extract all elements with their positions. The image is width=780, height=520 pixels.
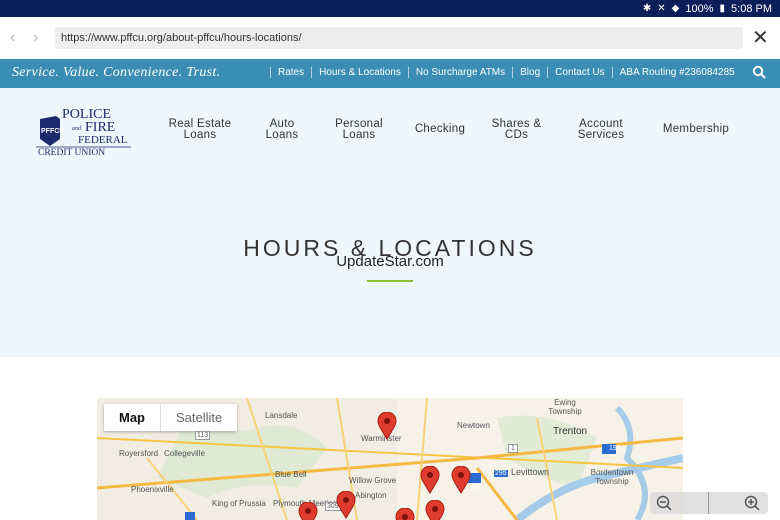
nav-account-services[interactable]: Account Services — [567, 118, 635, 141]
zoom-control — [650, 492, 768, 514]
location-pin-icon[interactable] — [451, 466, 471, 494]
map-tab-map[interactable]: Map — [104, 404, 161, 431]
link-no-surcharge-atms[interactable]: No Surcharge ATMs — [407, 67, 512, 78]
nav-label: Checking — [414, 123, 466, 135]
utility-links: Rates Hours & Locations No Surcharge ATM… — [270, 67, 742, 78]
hero-section: PFFCU POLICE and FIRE FEDERAL CREDIT UNI… — [0, 88, 780, 357]
road-shield: 276 — [470, 485, 482, 492]
map-label: Collegeville — [164, 449, 205, 458]
location-pin-icon[interactable] — [298, 502, 318, 520]
location-pin-icon[interactable] — [377, 412, 397, 440]
logo-credit-union: CREDIT UNION — [38, 148, 105, 156]
locations-map[interactable]: Map Satellite Lansdale Royersford Colleg… — [97, 398, 683, 520]
browser-toolbar: ‹ › https://www.pffcu.org/about-pffcu/ho… — [0, 17, 780, 59]
nav-label: Membership — [662, 123, 730, 135]
map-label: Levittown — [511, 467, 550, 477]
url-field[interactable]: https://www.pffcu.org/about-pffcu/hours-… — [55, 27, 743, 49]
nav-membership[interactable]: Membership — [652, 123, 740, 135]
nav-label: Loans — [265, 129, 299, 141]
map-label: Bordentown Township — [590, 468, 634, 486]
logo-fire: FIRE — [85, 120, 115, 135]
map-label: Willow Grove — [349, 476, 397, 485]
nav-label: Loans — [342, 129, 376, 141]
watermark-text: UpdateStar.com — [336, 253, 444, 270]
nav-auto-loans[interactable]: Auto Loans — [252, 118, 312, 141]
location-pin-icon[interactable] — [336, 491, 356, 519]
close-icon[interactable]: ✕ — [752, 25, 769, 50]
location-pin-icon[interactable] — [425, 500, 445, 520]
link-aba-routing[interactable]: ABA Routing #236084285 — [611, 67, 742, 78]
nav-personal-loans[interactable]: Personal Loans — [325, 118, 393, 141]
link-hours-locations[interactable]: Hours & Locations — [311, 67, 408, 78]
bluetooth-icon: ✱ — [642, 3, 652, 14]
map-label: Royersford — [119, 449, 159, 458]
back-icon[interactable]: ‹ — [10, 29, 15, 47]
logo-badge: PFFCU — [41, 128, 64, 135]
map-type-control: Map Satellite — [104, 404, 238, 431]
status-bar: ✱ ✕ ◆ 100% ▮ 5:08 PM — [0, 0, 780, 17]
location-pin-icon[interactable] — [420, 466, 440, 494]
map-label: Phoenixville — [131, 485, 174, 494]
nav-checking[interactable]: Checking — [405, 123, 475, 135]
zoom-out-icon[interactable] — [656, 495, 672, 511]
map-label: King of Prussia — [212, 499, 266, 508]
map-label: Abington — [355, 491, 387, 500]
link-blog[interactable]: Blog — [512, 67, 547, 78]
title-underline — [367, 280, 413, 282]
map-tab-satellite[interactable]: Satellite — [161, 404, 237, 431]
nav-label: CDs — [504, 129, 529, 141]
battery-text: 100% — [685, 2, 714, 15]
logo-and: and — [72, 126, 82, 132]
zoom-divider — [708, 492, 709, 514]
road-shield: 113 — [195, 431, 211, 440]
nav-label: Services — [577, 129, 625, 141]
battery-icon: ▮ — [719, 3, 726, 14]
mute-icon: ✕ — [657, 3, 666, 14]
wifi-icon: ◆ — [671, 3, 680, 14]
nav-label: Loans — [183, 129, 217, 141]
logo-federal: FEDERAL — [78, 134, 128, 146]
nav-real-estate-loans[interactable]: Real Estate Loans — [160, 118, 240, 141]
search-icon[interactable] — [752, 65, 766, 79]
road-shield: 295 — [494, 470, 508, 477]
nav-shares-cds[interactable]: Shares & CDs — [484, 118, 549, 141]
pffcu-logo[interactable]: PFFCU POLICE and FIRE FEDERAL CREDIT UNI… — [36, 106, 131, 156]
map-label: Ewing Township — [548, 398, 582, 416]
map-label: Trenton — [553, 426, 588, 437]
tagline: Service. Value. Convenience. Trust. — [12, 65, 221, 80]
utility-bar: Service. Value. Convenience. Trust. Rate… — [0, 59, 780, 88]
map-label: Lansdale — [265, 411, 298, 420]
map-label: Newtown — [457, 421, 490, 430]
map-label: Blue Bell — [275, 470, 307, 479]
clock: 5:08 PM — [731, 2, 772, 15]
location-pin-icon[interactable] — [395, 508, 415, 520]
link-contact-us[interactable]: Contact Us — [547, 67, 611, 78]
forward-icon[interactable]: › — [33, 29, 38, 47]
road-shield: 1 — [508, 444, 518, 453]
link-rates[interactable]: Rates — [270, 67, 311, 78]
road-shield: 195 — [609, 445, 621, 452]
zoom-in-icon[interactable] — [744, 495, 760, 511]
